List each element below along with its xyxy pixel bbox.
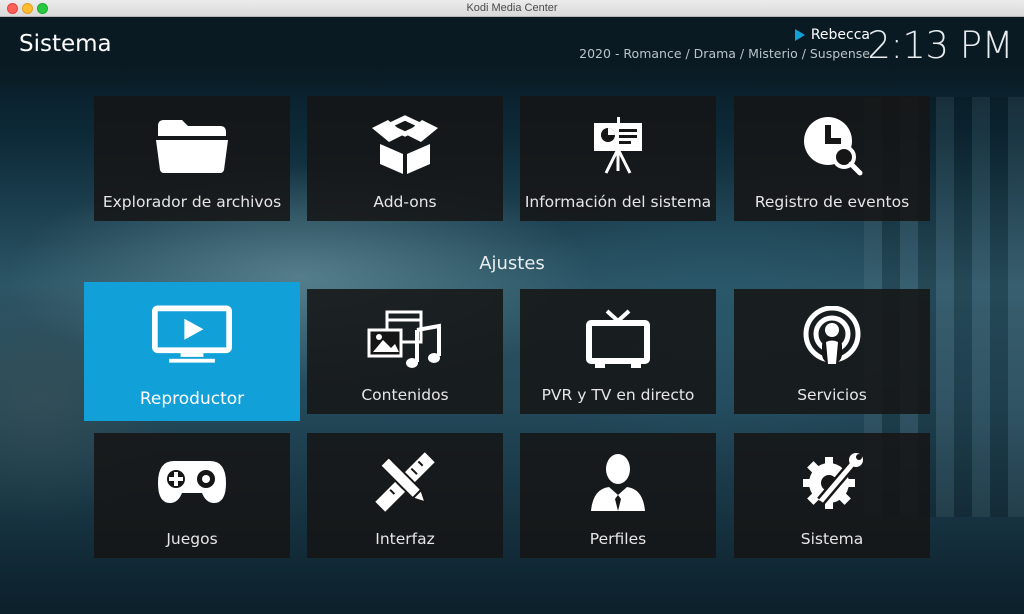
- presentation-easel-icon: [578, 110, 658, 180]
- tile-profiles[interactable]: Perfiles: [520, 433, 716, 558]
- now-playing-genres: 2020 - Romance / Drama / Misterio / Susp…: [579, 46, 870, 61]
- gear-wrench-icon: [792, 447, 872, 517]
- tile-library[interactable]: Contenidos: [307, 289, 503, 414]
- section-heading-settings: Ajustes: [479, 253, 545, 274]
- tile-label: PVR y TV en directo: [541, 386, 695, 404]
- tile-system-info[interactable]: Información del sistema: [520, 96, 716, 221]
- tile-system[interactable]: Sistema: [734, 433, 930, 558]
- tile-label: Juegos: [166, 530, 218, 548]
- media-library-icon: [365, 303, 445, 373]
- podcast-broadcast-icon: [792, 303, 872, 373]
- tile-label: Sistema: [800, 530, 864, 548]
- user-profile-icon: [578, 447, 658, 517]
- tile-file-manager[interactable]: Explorador de archivos: [94, 96, 290, 221]
- monitor-play-icon: [152, 300, 232, 370]
- tile-addons[interactable]: Add-ons: [307, 96, 503, 221]
- title-bar: Kodi Media Center: [0, 0, 1024, 17]
- tile-label: Servicios: [797, 386, 867, 404]
- clock-search-icon: [792, 110, 872, 180]
- folder-icon: [152, 110, 232, 180]
- play-icon: [794, 29, 805, 41]
- tile-pvr-live-tv[interactable]: PVR y TV en directo: [520, 289, 716, 414]
- gamepad-icon: [152, 447, 232, 517]
- now-playing-info[interactable]: Rebecca 2020 - Romance / Drama / Misteri…: [579, 27, 870, 61]
- now-playing-title: Rebecca: [810, 27, 870, 43]
- page-title: Sistema: [19, 31, 112, 57]
- tile-label: Interfaz: [375, 530, 435, 548]
- open-box-icon: [365, 110, 445, 180]
- tile-interface[interactable]: Interfaz: [307, 433, 503, 558]
- tile-label: Contenidos: [361, 386, 449, 404]
- tile-event-log[interactable]: Registro de eventos: [734, 96, 930, 221]
- tile-services[interactable]: Servicios: [734, 289, 930, 414]
- tile-player[interactable]: Reproductor: [84, 282, 300, 421]
- tile-label: Registro de eventos: [754, 193, 910, 211]
- tile-label: Reproductor: [139, 389, 245, 409]
- tile-label: Add-ons: [373, 193, 437, 211]
- kodi-window: Kodi Media Center Sistema Rebecca 2020 -…: [0, 0, 1024, 614]
- tile-label: Explorador de archivos: [102, 193, 282, 211]
- window-title: Kodi Media Center: [466, 2, 558, 14]
- tile-label: Información del sistema: [524, 193, 712, 211]
- clock: 2:13 PM: [867, 24, 1013, 67]
- tile-games[interactable]: Juegos: [94, 433, 290, 558]
- tile-label: Perfiles: [589, 530, 647, 548]
- pencil-ruler-icon: [365, 447, 445, 517]
- tv-antenna-icon: [578, 303, 658, 373]
